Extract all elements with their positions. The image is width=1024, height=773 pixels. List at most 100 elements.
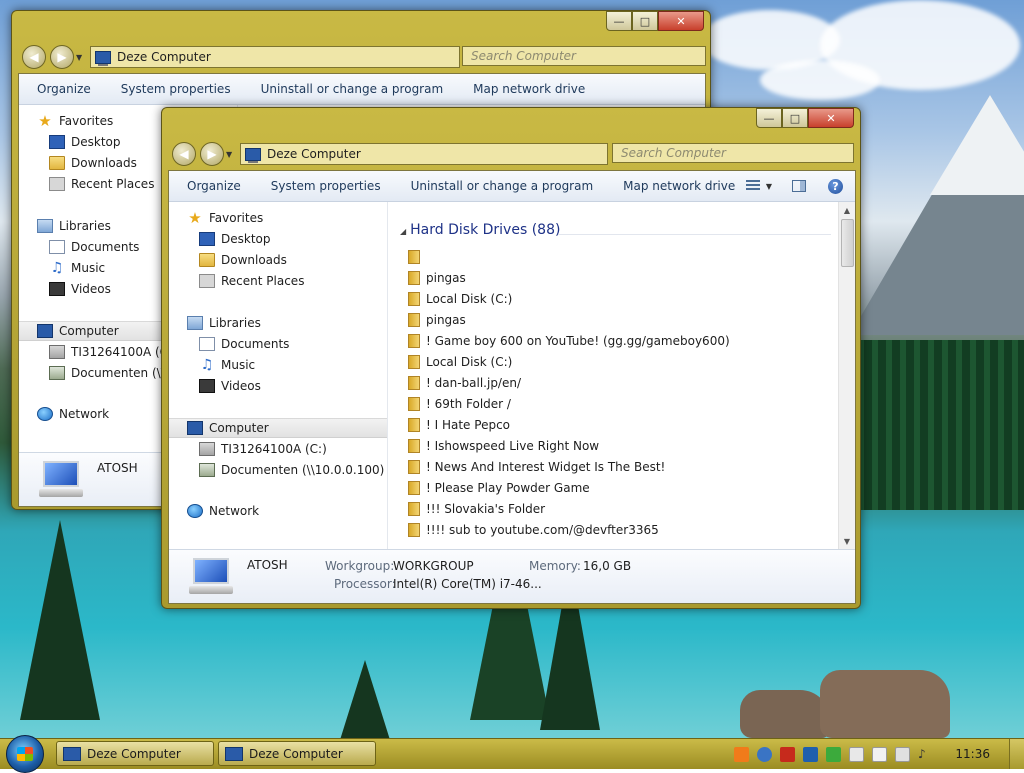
nav-favorites[interactable]: ★ Favorites: [187, 208, 387, 228]
system-properties-button[interactable]: System properties: [106, 82, 246, 96]
taskbar-button-label: Deze Computer: [249, 746, 343, 761]
folder-icon: [408, 460, 420, 474]
start-button[interactable]: [6, 735, 44, 773]
nav-label: Favorites: [209, 211, 264, 225]
file-row[interactable]: pingas: [408, 310, 466, 330]
minimize-button[interactable]: —: [756, 108, 782, 128]
desktop-icon: [199, 232, 215, 246]
file-name: !!!! sub to youtube.com/@devfter3365: [426, 523, 659, 537]
group-header-hard-disk-drives[interactable]: ◢ Hard Disk Drives (88): [400, 222, 560, 238]
address-text: Deze Computer: [117, 50, 211, 64]
file-row[interactable]: ! 69th Folder /: [408, 394, 511, 414]
map-network-drive-button[interactable]: Map network drive: [458, 82, 600, 96]
forward-button[interactable]: ▶: [200, 142, 224, 166]
address-bar[interactable]: Deze Computer: [90, 46, 460, 68]
window-controls: — □ ✕: [606, 11, 704, 31]
scroll-thumb[interactable]: [841, 219, 854, 267]
window-content: Organize System properties Uninstall or …: [168, 170, 856, 604]
change-view-icon[interactable]: [745, 180, 760, 192]
folder-icon: [408, 439, 420, 453]
taskbar-button-explorer-2[interactable]: Deze Computer: [218, 741, 376, 766]
folder-icon: [408, 271, 420, 285]
recent-pages-dropdown[interactable]: ▼: [76, 53, 82, 62]
nav-libraries[interactable]: Libraries: [187, 313, 387, 333]
show-desktop-button[interactable]: [1009, 739, 1024, 769]
folder-icon: [408, 334, 420, 348]
file-row[interactable]: ! I Hate Pepco: [408, 415, 510, 435]
file-row[interactable]: ! dan-ball.jp/en/: [408, 373, 521, 393]
system-properties-button[interactable]: System properties: [256, 179, 396, 193]
pdf-tray-icon[interactable]: [780, 746, 795, 762]
app-tray-icon[interactable]: [734, 746, 749, 762]
search-input[interactable]: Search Computer: [612, 143, 854, 163]
file-row[interactable]: !!!! sub to youtube.com/@devfter3365: [408, 520, 659, 540]
nav-label: Libraries: [209, 316, 261, 330]
minimize-button[interactable]: —: [606, 11, 632, 31]
processor-label: Processor:: [334, 577, 396, 591]
mountain-snow: [930, 95, 1024, 195]
nav-music[interactable]: ♫ Music: [199, 355, 387, 375]
map-network-drive-button[interactable]: Map network drive: [608, 179, 750, 193]
file-name: ! Ishowspeed Live Right Now: [426, 439, 600, 453]
action-center-flag-icon[interactable]: [849, 746, 864, 762]
nav-drive-x[interactable]: Documenten (\\10.0.0.100) (X:): [199, 460, 387, 480]
view-options-dropdown-icon[interactable]: ▼: [766, 182, 772, 191]
nav-drive-c[interactable]: TI31264100A (C:): [199, 439, 387, 459]
recent-pages-dropdown[interactable]: ▼: [226, 150, 232, 159]
nav-documents[interactable]: Documents: [199, 334, 387, 354]
libraries-icon: [37, 219, 53, 233]
organize-button[interactable]: Organize: [19, 82, 106, 96]
file-row[interactable]: Local Disk (C:): [408, 289, 512, 309]
vertical-scrollbar[interactable]: ▲ ▼: [838, 202, 855, 549]
back-button[interactable]: ◀: [172, 142, 196, 166]
file-row[interactable]: ! Ishowspeed Live Right Now: [408, 436, 599, 456]
outlook-tray-icon[interactable]: [803, 746, 818, 762]
uninstall-program-button[interactable]: Uninstall or change a program: [396, 179, 609, 193]
display-tray-icon[interactable]: [895, 746, 910, 762]
videos-icon: [49, 282, 65, 296]
scroll-up-arrow-icon[interactable]: ▲: [839, 202, 855, 218]
forward-button[interactable]: ▶: [50, 45, 74, 69]
nav-desktop[interactable]: Desktop: [199, 229, 387, 249]
recent-places-icon: [199, 274, 215, 288]
scroll-down-arrow-icon[interactable]: ▼: [839, 533, 855, 549]
nav-network[interactable]: Network: [187, 501, 387, 521]
explorer-window-front[interactable]: — □ ✕ ◀ ▶ ▼ Deze Computer Search Compute…: [161, 107, 861, 609]
close-button[interactable]: ✕: [808, 108, 854, 128]
organize-button[interactable]: Organize: [169, 179, 256, 193]
nav-label: Music: [221, 358, 256, 372]
maximize-button[interactable]: □: [782, 108, 808, 128]
device-tray-icon[interactable]: [872, 746, 887, 762]
folder-icon: [408, 523, 420, 537]
windows-logo-icon: [17, 747, 33, 761]
nav-computer[interactable]: Computer: [169, 418, 387, 438]
file-row[interactable]: ! Game boy 600 on YouTube! (gg.gg/gamebo…: [408, 331, 730, 351]
file-row[interactable]: pingas: [408, 268, 466, 288]
search-input[interactable]: Search Computer: [462, 46, 706, 66]
volume-icon[interactable]: ♪: [918, 747, 933, 762]
taskbar-button-explorer-1[interactable]: Deze Computer: [56, 741, 214, 766]
network-tray-icon[interactable]: [757, 746, 772, 762]
navigation-pane: ★ Favorites Desktop Downloads Recent Plac…: [169, 202, 388, 549]
preview-pane-icon[interactable]: [792, 180, 806, 192]
address-bar[interactable]: Deze Computer: [240, 143, 608, 165]
file-row[interactable]: Local Disk (C:): [408, 352, 512, 372]
rock: [740, 690, 830, 738]
close-button[interactable]: ✕: [658, 11, 704, 31]
uninstall-program-button[interactable]: Uninstall or change a program: [246, 82, 459, 96]
file-row[interactable]: ! News And Interest Widget Is The Best!: [408, 457, 665, 477]
nav-downloads[interactable]: Downloads: [199, 250, 387, 270]
file-row[interactable]: !!! Slovakia's Folder: [408, 499, 545, 519]
clock[interactable]: 11:36: [955, 747, 990, 761]
file-row[interactable]: ! Please Play Powder Game: [408, 478, 590, 498]
file-row[interactable]: [408, 247, 426, 267]
help-icon[interactable]: ?: [828, 178, 843, 194]
computer-name: ATOSH: [97, 461, 138, 475]
forest: [850, 340, 1024, 510]
back-button[interactable]: ◀: [22, 45, 46, 69]
maximize-button[interactable]: □: [632, 11, 658, 31]
folder-icon: [408, 502, 420, 516]
security-check-icon[interactable]: [826, 746, 841, 762]
nav-videos[interactable]: Videos: [199, 376, 387, 396]
nav-recent-places[interactable]: Recent Places: [199, 271, 387, 291]
